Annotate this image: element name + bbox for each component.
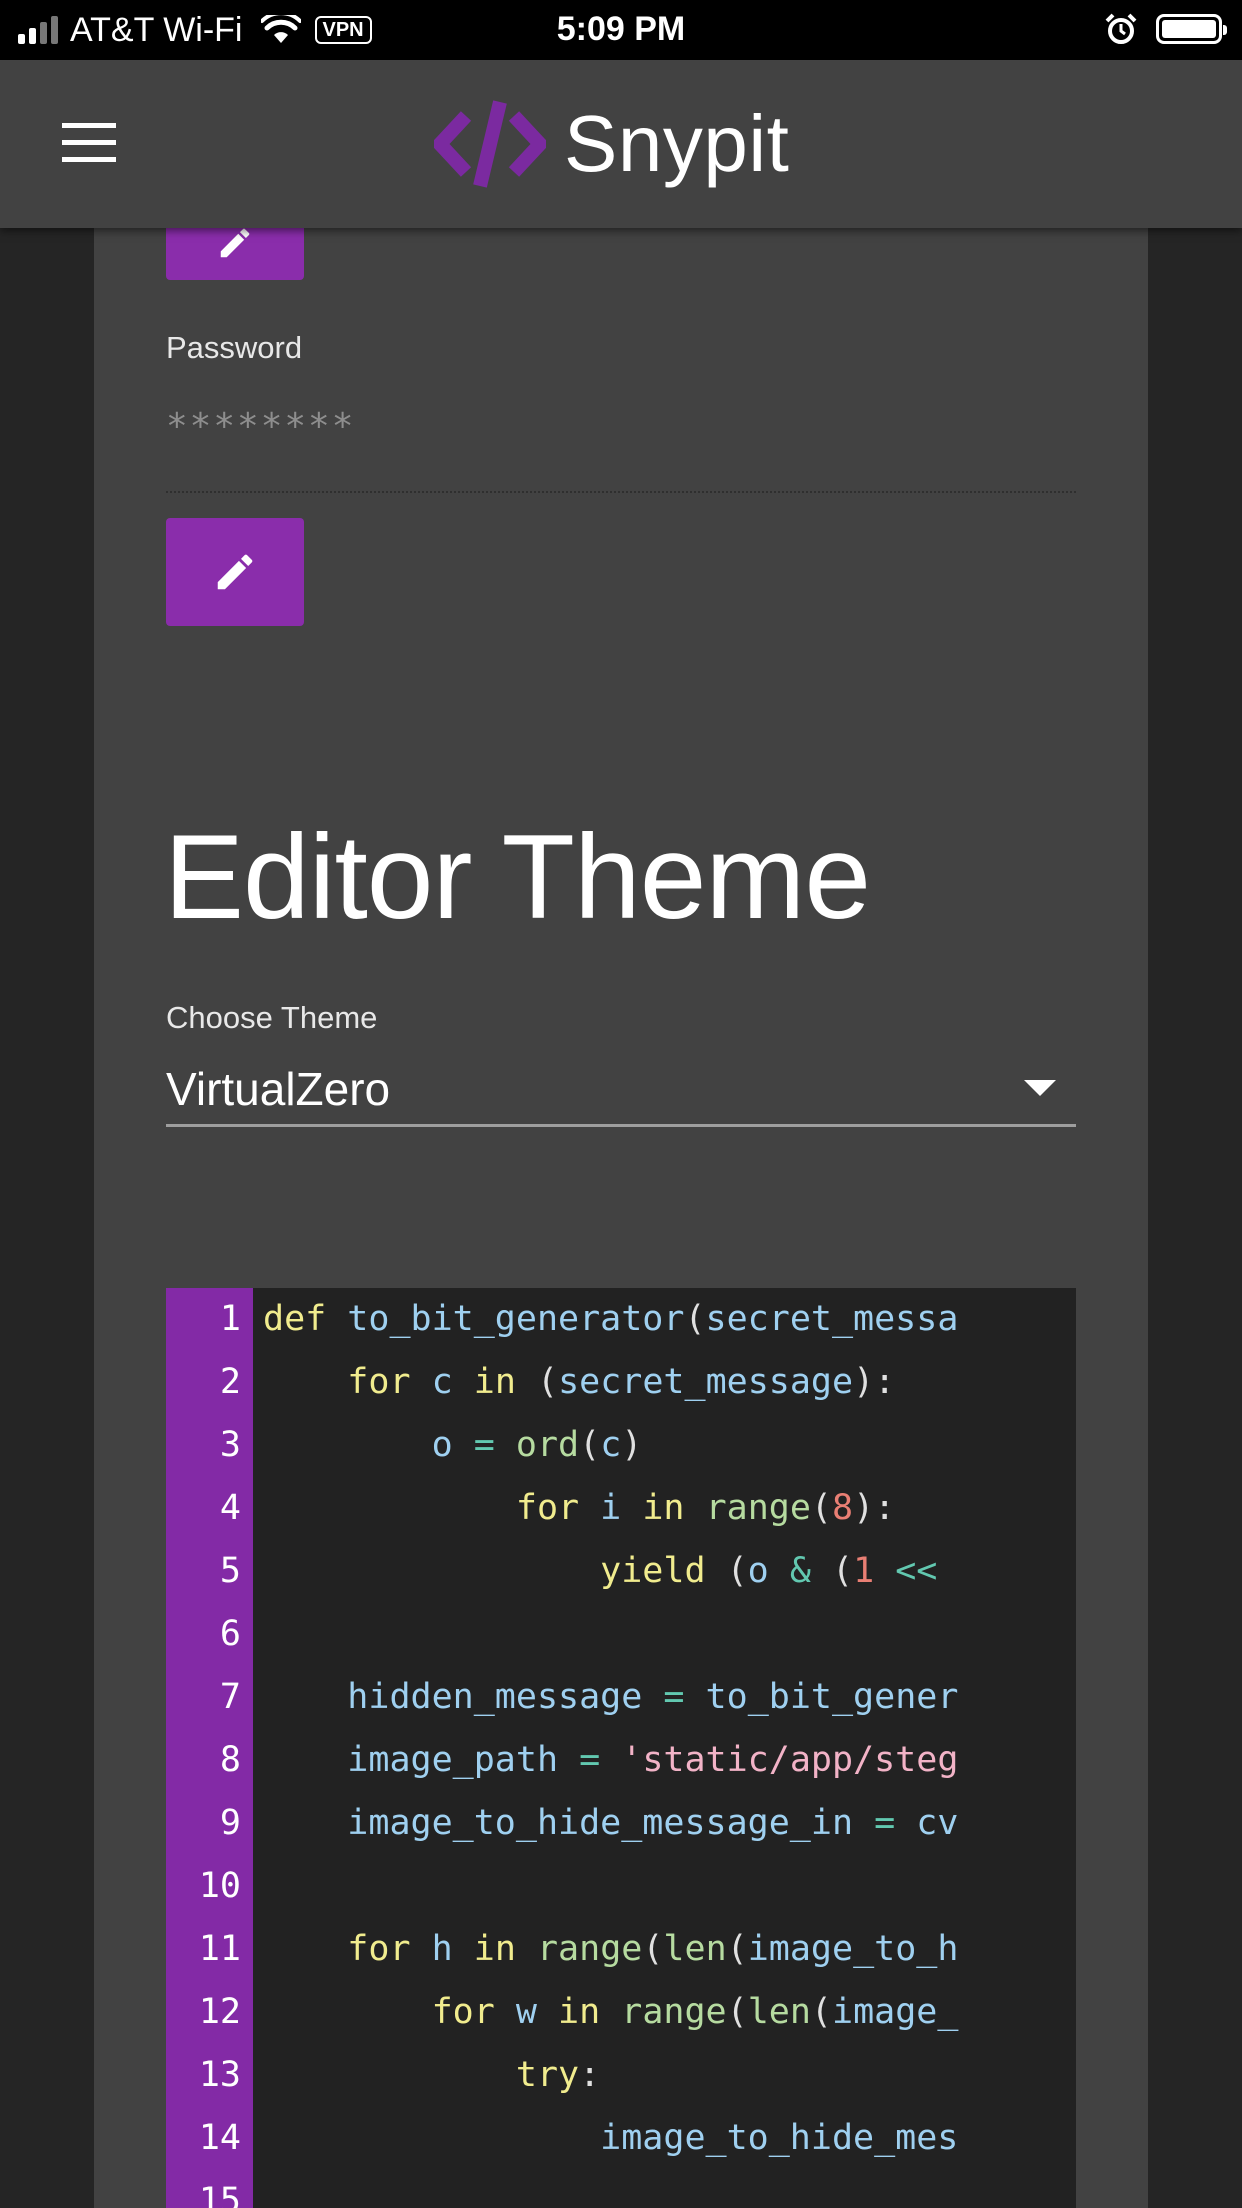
code-line: 11 for h in range(len(image_to_h (166, 1918, 1076, 1981)
code-text: for h in range(len(image_to_h (347, 1929, 959, 1969)
code-text: image_path = 'static/app/steg (347, 1740, 959, 1780)
line-number: 9 (219, 1803, 241, 1843)
line-number: 8 (219, 1740, 241, 1780)
line-number: 6 (219, 1614, 241, 1654)
alarm-icon (1105, 13, 1137, 44)
battery-icon (1156, 14, 1227, 44)
brand[interactable]: Snypit (434, 92, 789, 196)
code-line: 12 for w in range(len(image_ (166, 1981, 1076, 2044)
line-number: 15 (198, 2181, 241, 2208)
code-line: 7 hidden_message = to_bit_gener (166, 1666, 1076, 1729)
section-title: Editor Theme (164, 810, 871, 944)
status-bar: AT&T Wi-Fi VPN 5:09 PM (0, 0, 1242, 60)
logo-icon (434, 100, 546, 188)
pencil-icon (220, 228, 250, 258)
code-text: image_to_hide_message_in = cv (347, 1803, 959, 1843)
code-text: o = ord(c) (431, 1425, 643, 1465)
code-text: def to_bit_generator(secret_messa (263, 1299, 959, 1339)
code-line: 1 def to_bit_generator(secret_messa (166, 1288, 1076, 1351)
settings-card: Password ******** Editor Theme Choose Th… (94, 218, 1148, 2208)
line-number: 5 (219, 1551, 241, 1591)
status-right (1104, 12, 1227, 46)
status-time: 5:09 PM (556, 10, 686, 48)
line-number: 12 (198, 1992, 241, 2032)
code-line: 6 (166, 1603, 1076, 1666)
theme-select-value: VirtualZero (166, 1063, 391, 1115)
app-bar: Snypit (0, 60, 1242, 228)
code-line: 2 for c in (secret_message): (166, 1351, 1076, 1414)
code-text: try: (515, 2055, 601, 2095)
line-number: 3 (219, 1425, 241, 1465)
line-number: 11 (198, 1929, 241, 1969)
code-line: 8 image_path = 'static/app/steg (166, 1729, 1076, 1792)
code-line: 5 yield (o & (1 << (166, 1540, 1076, 1603)
code-text: for c in (secret_message): (347, 1362, 896, 1402)
code-text: yield (o & (1 << (600, 1551, 938, 1591)
line-number: 13 (198, 2055, 241, 2095)
line-number: 1 (219, 1299, 241, 1339)
code-line: 14 image_to_hide_mes (166, 2107, 1076, 2170)
code-line: 4 for i in range(8): (166, 1477, 1076, 1540)
code-line: 9 image_to_hide_message_in = cv (166, 1792, 1076, 1855)
password-value: ******** (166, 406, 356, 447)
code-line: 15 (166, 2170, 1076, 2208)
line-number: 4 (219, 1488, 241, 1528)
menu-icon[interactable] (62, 123, 116, 165)
code-line: 3 o = ord(c) (166, 1414, 1076, 1477)
code-preview[interactable]: 1 def to_bit_generator(secret_messa 2 for … (166, 1288, 1076, 2208)
app-name: Snypit (564, 99, 790, 188)
code-text: for w in range(len(image_ (431, 1992, 959, 2032)
choose-theme-label: Choose Theme (166, 1000, 378, 1035)
password-label: Password (166, 330, 303, 365)
pencil-icon (217, 554, 253, 590)
theme-select[interactable]: VirtualZero (166, 1058, 1076, 1127)
dropdown-caret-icon (1024, 1080, 1056, 1096)
line-number: 10 (198, 1866, 241, 1906)
password-divider (166, 491, 1076, 493)
line-number: 2 (219, 1362, 241, 1402)
line-number: 7 (219, 1677, 241, 1717)
code-line: 13 try: (166, 2044, 1076, 2107)
code-line: 10 (166, 1855, 1076, 1918)
line-number: 14 (198, 2118, 241, 2158)
code-text: for i in range(8): (515, 1488, 896, 1528)
edit-password-button[interactable] (166, 518, 304, 626)
code-text: image_to_hide_mes (600, 2118, 959, 2158)
code-text: hidden_message = to_bit_gener (347, 1677, 959, 1717)
